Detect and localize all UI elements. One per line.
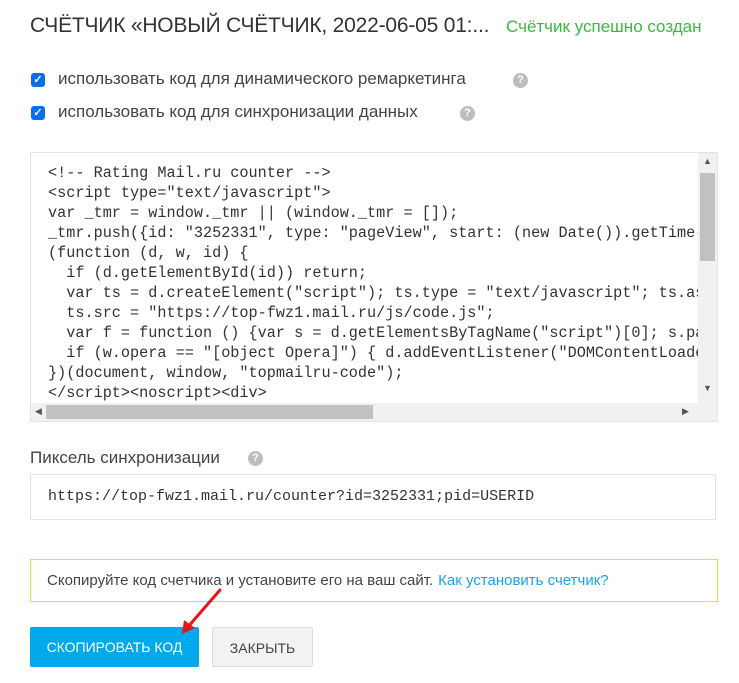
page-title: СЧЁТЧИК «НОВЫЙ СЧЁТЧИК, 2022-06-05 01:..… <box>30 14 490 37</box>
how-to-install-link[interactable]: Как установить счетчик? <box>438 572 608 589</box>
vertical-scroll-thumb[interactable] <box>700 173 715 261</box>
horizontal-scrollbar[interactable]: ◀ ▶ <box>31 403 698 421</box>
question-circle-icon[interactable]: ? <box>248 451 263 466</box>
vertical-scrollbar[interactable]: ▲ ▼ <box>698 153 717 403</box>
sync-checkbox[interactable]: ✓ <box>31 106 45 120</box>
sync-label[interactable]: использовать код для синхронизации данны… <box>58 102 418 122</box>
horizontal-scroll-thumb[interactable] <box>46 405 373 419</box>
pixel-label: Пиксель синхронизации <box>30 448 220 467</box>
scroll-up-icon[interactable]: ▲ <box>703 156 712 166</box>
pixel-url-field[interactable]: https://top-fwz1.mail.ru/counter?id=3252… <box>30 474 716 520</box>
question-circle-icon[interactable]: ? <box>460 106 475 121</box>
notice-text: Скопируйте код счетчика и установите его… <box>47 572 434 589</box>
scroll-right-icon[interactable]: ▶ <box>682 406 689 417</box>
question-circle-icon[interactable]: ? <box>513 73 528 88</box>
remarketing-checkbox[interactable]: ✓ <box>31 73 45 87</box>
counter-code-textarea[interactable]: <!-- Rating Mail.ru counter --> <script … <box>30 152 718 422</box>
scroll-left-icon[interactable]: ◀ <box>35 406 42 417</box>
install-notice: Скопируйте код счетчика и установите его… <box>30 559 718 602</box>
scroll-down-icon[interactable]: ▼ <box>703 383 712 393</box>
annotation-arrow-icon <box>182 588 222 634</box>
status-message: Счётчик успешно создан <box>506 17 702 36</box>
scrollbar-corner <box>698 403 717 421</box>
counter-code[interactable]: <!-- Rating Mail.ru counter --> <script … <box>48 163 717 403</box>
remarketing-label[interactable]: использовать код для динамического ремар… <box>58 69 466 89</box>
